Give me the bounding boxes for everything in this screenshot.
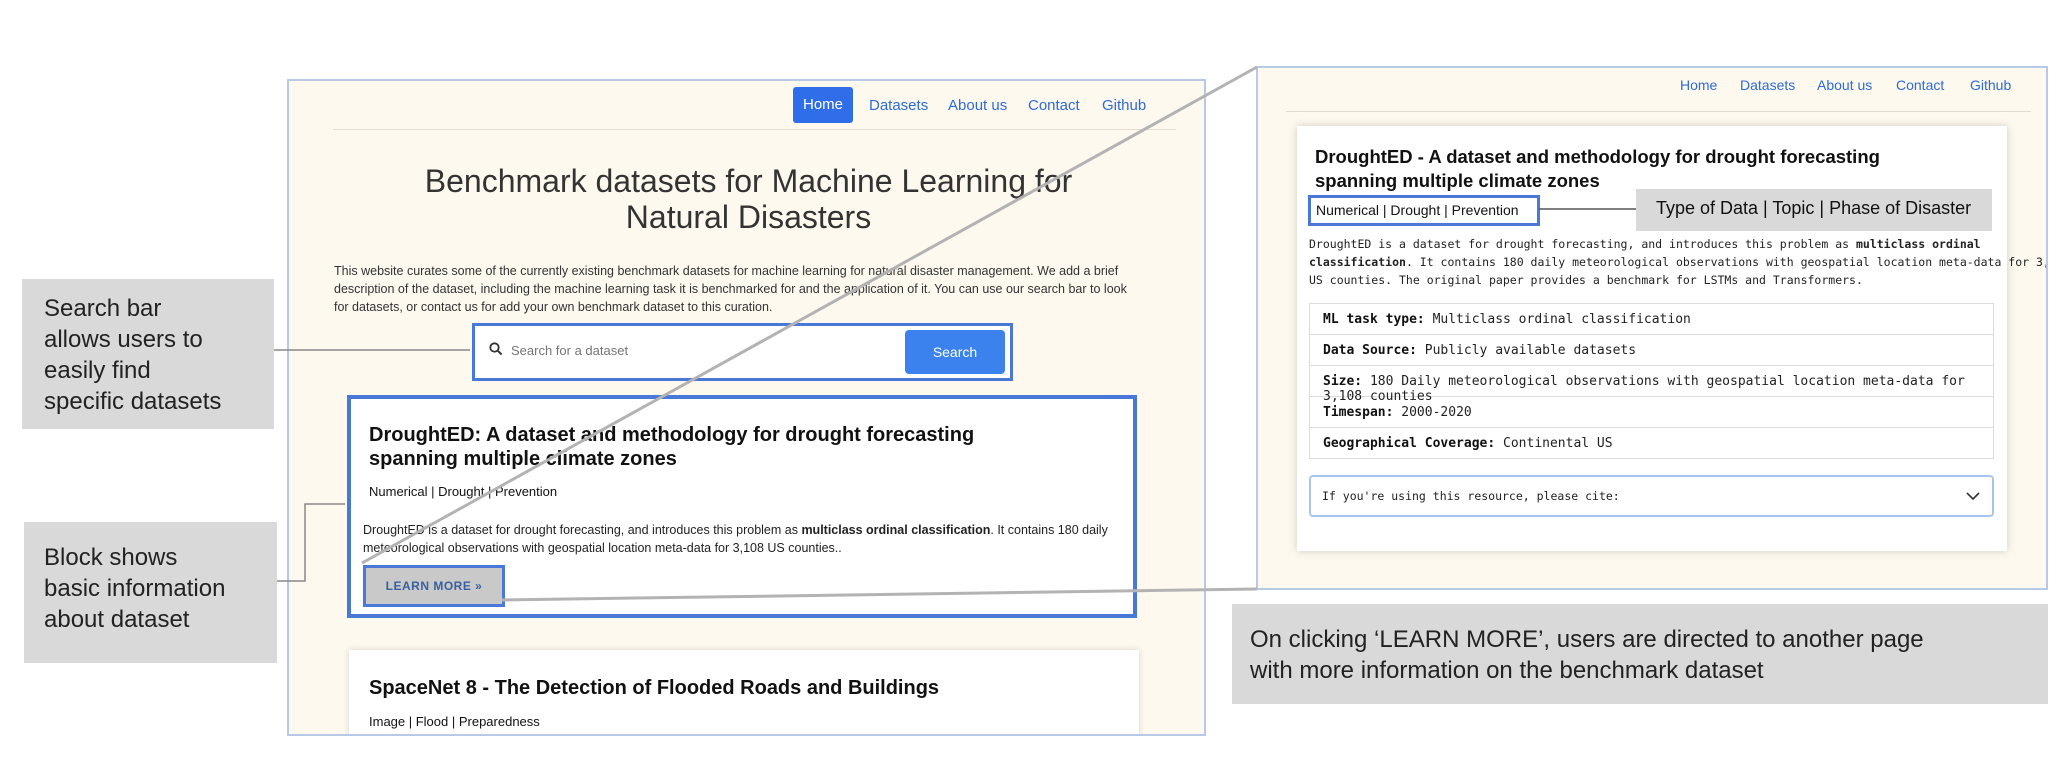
block-callout: Block shows basic information about data…	[24, 522, 277, 663]
learn-more-callout: On clicking ‘LEARN MORE’, users are dire…	[1232, 604, 2048, 704]
tags-callout: Type of Data | Topic | Phase of Disaster	[1636, 189, 1992, 231]
connector-line	[501, 587, 1258, 602]
search-bar-callout: Search bar allows users to easily find s…	[22, 279, 274, 429]
connector-line	[361, 65, 1258, 565]
connector-line	[277, 503, 345, 582]
